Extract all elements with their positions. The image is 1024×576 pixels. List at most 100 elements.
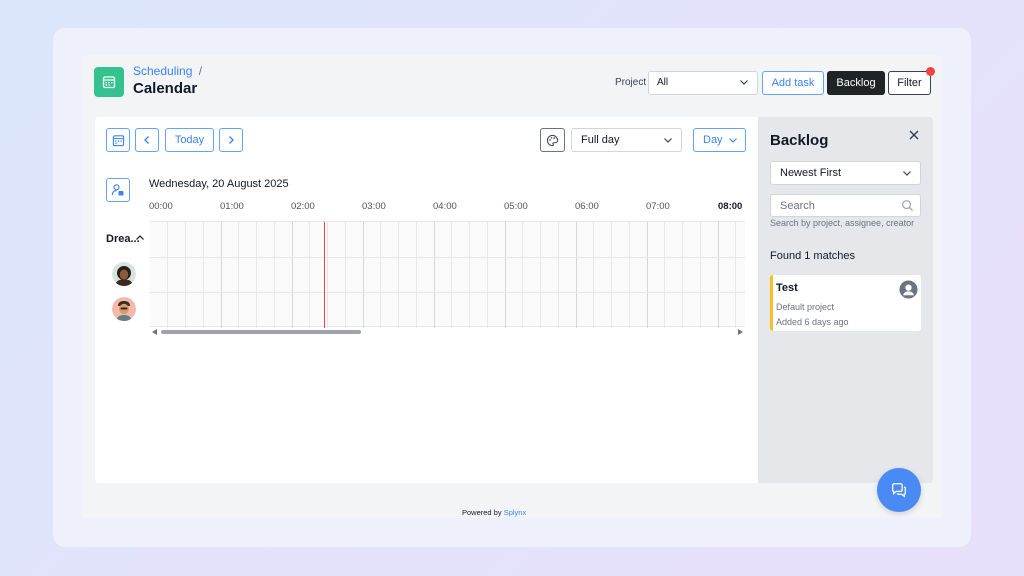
grid-line [363,222,364,328]
project-select-value: All [657,77,669,88]
today-button[interactable]: Today [165,128,214,152]
breadcrumb: Scheduling / [133,64,202,78]
backlog-button[interactable]: Backlog [827,71,885,95]
grid-line [345,222,346,328]
sort-select[interactable]: Newest First [770,161,921,185]
color-scheme-button[interactable] [540,128,565,152]
hour-label: 05:00 [504,201,528,212]
timeline-grid[interactable] [150,221,745,328]
chat-button[interactable] [877,468,921,512]
grid-line [469,222,470,328]
grid-line [593,222,594,328]
chevron-down-icon [729,138,737,143]
task-title: Test [776,282,798,294]
chat-icon [892,483,906,498]
powered-by: Powered by Splynx [462,508,526,517]
next-button[interactable] [219,128,243,152]
backlog-search-input[interactable] [770,194,921,217]
time-range-value: Full day [581,134,620,146]
hour-label: 06:00 [575,201,599,212]
project-label: Project [615,77,647,88]
view-mode-select[interactable]: Day [693,128,746,152]
sort-select-value: Newest First [780,167,842,179]
grid-line [735,222,736,328]
grid-line [664,222,665,328]
previous-button[interactable] [135,128,159,152]
task-project: Default project [776,302,835,312]
grid-line [256,222,257,328]
grid-line [487,222,488,328]
add-task-button[interactable]: Add task [762,71,824,95]
grid-line [611,222,612,328]
grid-line [522,222,523,328]
grid-line [185,222,186,328]
grid-line [327,222,328,328]
user-settings-icon [111,184,124,196]
scroll-right-arrow[interactable] [738,329,743,335]
scrollbar-thumb[interactable] [161,330,361,334]
grid-line [380,222,381,328]
current-time-indicator [324,222,325,328]
hour-label: 08:00 [718,201,743,212]
chevron-up-icon[interactable] [135,233,145,243]
grid-line [309,222,310,328]
search-icon [902,200,914,212]
palette-icon [546,134,559,146]
page-title: Calendar [133,80,198,97]
close-icon[interactable] [907,128,921,142]
hour-label: 07:00 [646,201,670,212]
powered-by-text: Powered by [462,508,502,517]
assignee-filter-button[interactable] [106,178,130,202]
grid-line [167,222,168,328]
avatar[interactable] [112,297,136,321]
grid-line [434,222,435,328]
hour-label: 03:00 [362,201,386,212]
grid-line [221,222,222,328]
user-avatar-icon [899,280,918,299]
grid-line [700,222,701,328]
hour-label: 02:00 [291,201,315,212]
filter-badge-dot [926,67,935,76]
grid-row-line [150,257,745,258]
grid-row-line [150,292,745,293]
filter-button[interactable]: Filter [888,71,931,95]
backlog-title: Backlog [770,132,829,149]
hour-label: 04:00 [433,201,457,212]
grid-line [718,222,719,328]
grid-line [416,222,417,328]
grid-line [451,222,452,328]
hour-label: 01:00 [220,201,244,212]
view-mode-value: Day [703,134,723,146]
grid-line [540,222,541,328]
grid-line [203,222,204,328]
breadcrumb-separator: / [198,64,203,78]
grid-line [505,222,506,328]
grid-line [398,222,399,328]
hour-label: 00:00 [149,201,173,212]
task-added-date: Added 6 days ago [776,317,849,327]
grid-line [238,222,239,328]
grid-line [576,222,577,328]
grid-line [629,222,630,328]
grid-line [558,222,559,328]
grid-line [647,222,648,328]
scroll-left-arrow[interactable] [152,329,157,335]
horizontal-scrollbar[interactable] [150,328,745,335]
project-select[interactable]: All [648,71,758,95]
grid-line [292,222,293,328]
current-date-label: Wednesday, 20 August 2025 [149,178,289,190]
time-range-select[interactable]: Full day [571,128,682,152]
chevron-down-icon [740,80,748,85]
chevron-right-icon [229,136,234,144]
breadcrumb-link-scheduling[interactable]: Scheduling [133,64,192,78]
chevron-left-icon [144,136,149,144]
grid-line [682,222,683,328]
powered-by-brand-link[interactable]: Splynx [504,508,527,517]
date-picker-button[interactable] [106,128,130,152]
match-count: Found 1 matches [770,250,855,262]
avatar[interactable] [112,262,136,286]
calendar-app-icon [94,67,124,97]
calendar-icon [112,134,124,146]
chevron-down-icon [664,138,672,143]
chevron-down-icon [903,171,911,176]
